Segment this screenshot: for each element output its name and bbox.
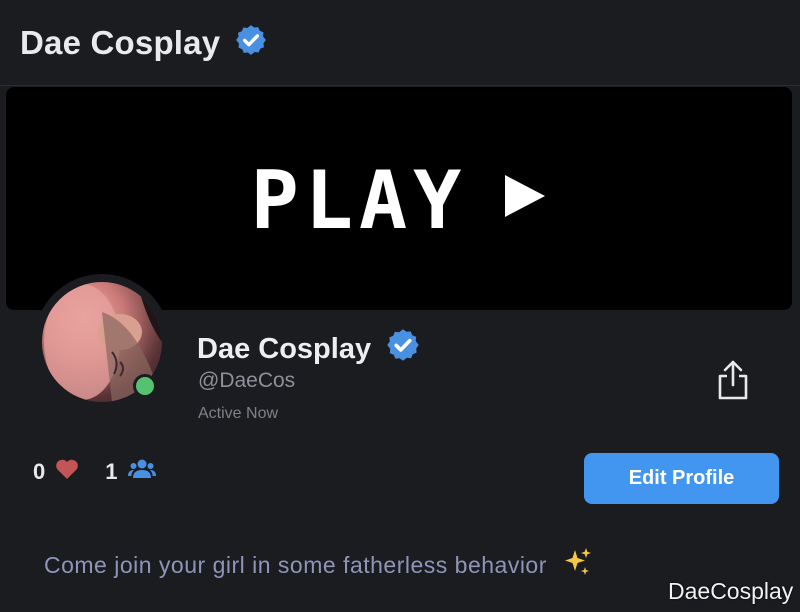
verified-badge-icon xyxy=(234,23,268,62)
top-bar: Dae Cosplay xyxy=(0,0,800,86)
play-triangle-icon xyxy=(503,173,547,224)
followers-count: 1 xyxy=(105,459,118,484)
bio-text: Come join your girl in some fatherless b… xyxy=(44,551,547,578)
heart-icon xyxy=(55,458,79,486)
edit-profile-button[interactable]: Edit Profile xyxy=(584,453,779,504)
share-icon[interactable] xyxy=(716,359,750,401)
profile-stats: 0 1 xyxy=(33,458,156,486)
banner-play-text: PLAY xyxy=(250,154,468,247)
likes-count: 0 xyxy=(33,459,46,484)
sparkles-icon xyxy=(561,546,593,584)
profile-name-row: Dae Cosplay xyxy=(197,327,421,371)
profile-bio: Come join your girl in some fatherless b… xyxy=(44,546,593,584)
active-status: Active Now xyxy=(198,405,279,422)
users-icon xyxy=(127,458,156,486)
likes-stat[interactable]: 0 xyxy=(33,458,79,486)
profile-banner[interactable]: PLAY xyxy=(6,87,792,310)
watermark: DaeCosplay xyxy=(668,578,794,604)
profile-name: Dae Cosplay xyxy=(197,332,372,365)
followers-stat[interactable]: 1 xyxy=(105,458,156,486)
verified-badge-icon xyxy=(385,327,421,371)
page-title: Dae Cosplay xyxy=(20,23,221,61)
online-status-indicator xyxy=(133,374,157,398)
profile-handle: @DaeCos xyxy=(198,369,296,392)
